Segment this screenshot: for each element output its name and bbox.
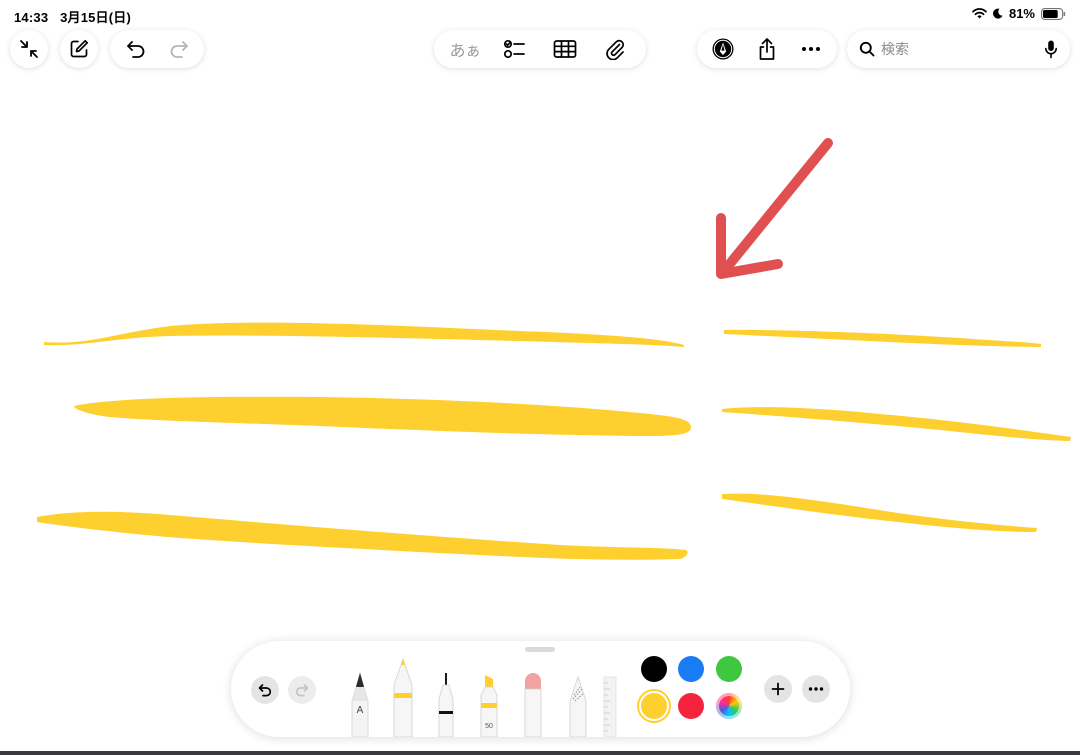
compose-button[interactable]	[60, 30, 98, 68]
status-bar: 14:33 3月15日(日) 81%	[0, 0, 1080, 30]
text-style-button[interactable]: あぁ	[445, 30, 485, 68]
search-bar[interactable]	[847, 30, 1070, 68]
color-swatch-yellow[interactable]	[641, 693, 667, 719]
highlight-stroke-6	[722, 493, 1037, 532]
status-time: 14:33	[14, 10, 49, 25]
highlight-stroke-3	[37, 511, 688, 560]
lasso-tool[interactable]	[567, 675, 589, 737]
redo-icon	[295, 684, 309, 697]
palette-redo-button[interactable]	[288, 676, 316, 704]
search-input[interactable]	[881, 41, 1021, 57]
highlighter-strokes	[37, 322, 1071, 560]
highlight-stroke-1	[44, 322, 684, 347]
redo-icon	[170, 41, 188, 58]
color-swatch-green[interactable]	[716, 656, 742, 682]
highlight-stroke-4	[724, 329, 1041, 347]
color-swatch-black[interactable]	[641, 656, 667, 682]
paperclip-icon	[606, 39, 625, 60]
ruler-tool[interactable]	[603, 675, 617, 737]
pen-label: A	[356, 705, 364, 716]
fineliner-tool[interactable]	[435, 671, 457, 737]
text-style-label: あぁ	[449, 43, 481, 60]
search-icon	[859, 41, 875, 57]
more-button[interactable]	[791, 30, 831, 68]
undo-icon	[126, 41, 144, 58]
monoline-pen-tool[interactable]	[391, 657, 415, 737]
lasso-icon	[569, 675, 587, 737]
compose-icon	[70, 39, 89, 58]
attachment-button[interactable]	[595, 30, 635, 68]
palette-more-button[interactable]	[802, 675, 830, 703]
table-button[interactable]	[545, 30, 585, 68]
color-swatch-blue[interactable]	[678, 656, 704, 682]
home-indicator-edge	[0, 751, 1080, 755]
moon-icon	[992, 8, 1003, 19]
highlight-stroke-5	[722, 407, 1071, 441]
collapse-button[interactable]	[10, 30, 48, 68]
format-toolbar: あぁ	[434, 30, 646, 68]
eraser-icon	[524, 673, 542, 737]
undo-icon	[258, 684, 272, 697]
palette-grabber[interactable]	[525, 647, 555, 652]
collapse-arrows-icon	[20, 40, 38, 58]
highlighter-tool[interactable]: 50	[478, 673, 500, 737]
pencil-icon	[351, 671, 369, 737]
checklist-icon	[503, 39, 525, 59]
eraser-tool[interactable]	[523, 671, 543, 737]
tool-palette: A 50	[231, 641, 850, 737]
battery-percent: 81%	[1008, 6, 1035, 21]
pencil-tool[interactable]: A	[349, 671, 371, 737]
table-icon	[553, 40, 577, 58]
ruler-icon	[603, 676, 617, 737]
checklist-button[interactable]	[495, 30, 535, 68]
pen-width-label: 50	[485, 723, 493, 730]
markup-button[interactable]	[703, 30, 743, 68]
undo-redo-group	[110, 30, 204, 68]
red-arrow-annotation	[716, 138, 833, 279]
color-swatch-color-picker[interactable]	[716, 693, 742, 719]
status-date: 3月15日(日)	[60, 10, 132, 25]
redo-button[interactable]	[159, 30, 199, 68]
more-icon	[802, 47, 820, 51]
share-button[interactable]	[747, 30, 787, 68]
actions-toolbar	[697, 30, 837, 68]
monoline-pen-icon	[393, 657, 413, 737]
wifi-icon	[972, 8, 987, 19]
fineliner-icon	[438, 673, 454, 737]
battery-icon	[1041, 7, 1066, 20]
color-swatch-red[interactable]	[678, 693, 704, 719]
share-icon	[759, 38, 775, 60]
more-icon	[808, 687, 824, 691]
plus-icon	[771, 682, 785, 696]
drawing-canvas[interactable]	[0, 75, 1080, 645]
status-time-date: 14:33 3月15日(日)	[14, 7, 139, 26]
highlight-stroke-2	[74, 396, 691, 436]
add-button[interactable]	[764, 675, 792, 703]
palette-undo-button[interactable]	[251, 676, 279, 704]
status-indicators: 81%	[972, 6, 1066, 21]
markup-pen-icon	[712, 38, 734, 60]
undo-button[interactable]	[116, 30, 156, 68]
microphone-icon[interactable]	[1044, 39, 1058, 59]
